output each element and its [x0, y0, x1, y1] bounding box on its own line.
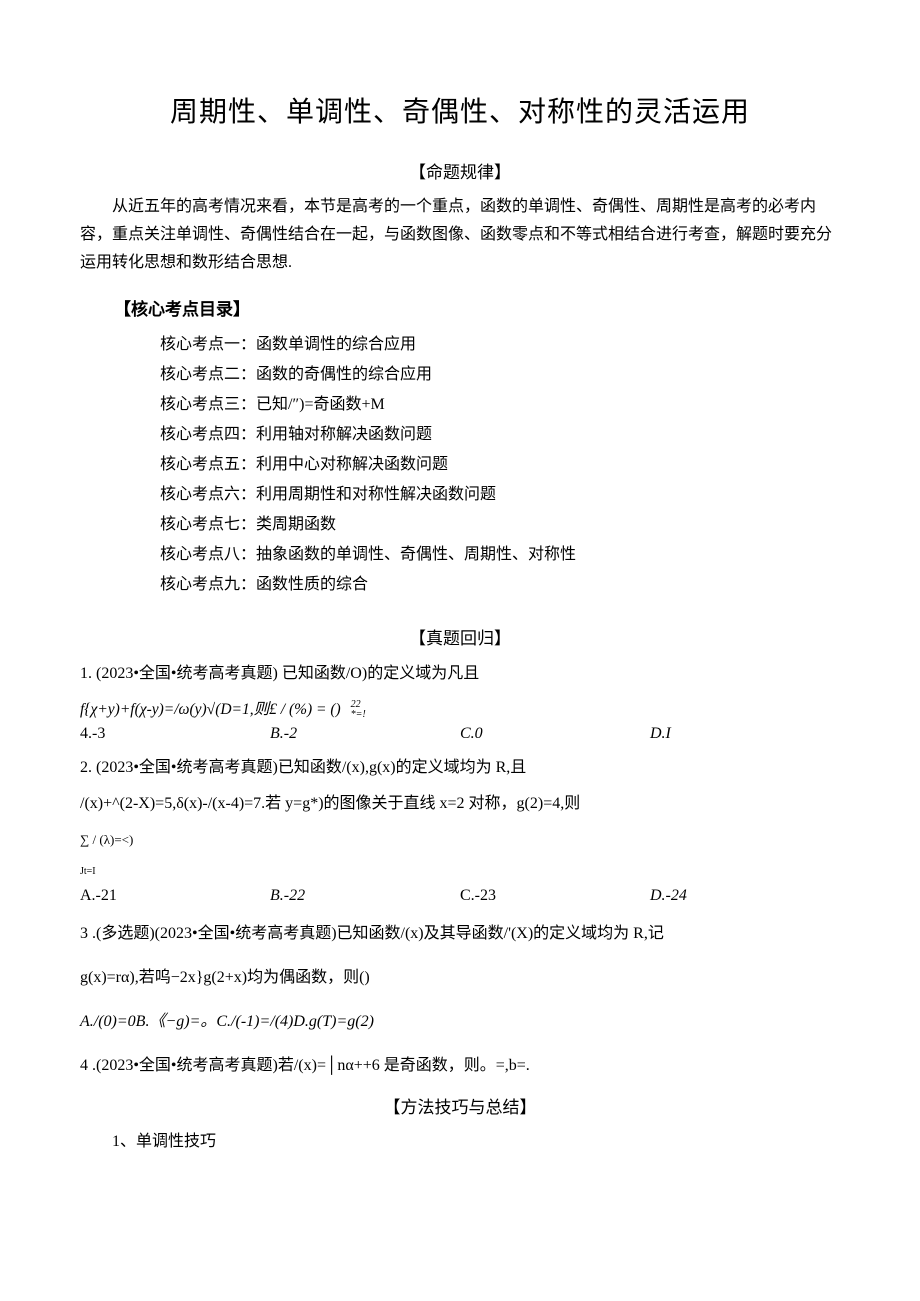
proposition-body: 从近五年的高考情况来看，本节是高考的一个重点，函数的单调性、奇偶性、周期性是高考… [80, 193, 840, 277]
core-point-item: 核心考点五：利用中心对称解决函数问题 [160, 450, 840, 480]
core-point-item: 核心考点八：抽象函数的单调性、奇偶性、周期性、对称性 [160, 540, 840, 570]
q2-choice-a: A.-21 [80, 887, 270, 905]
core-point-item: 核心考点四：利用轴对称解决函数问题 [160, 420, 840, 450]
question-3-stem: 3 .(多选题)(2023•全国•统考高考真题)已知函数/(x)及其导函数/'(… [80, 919, 840, 949]
question-2-sum-sub: Jt=I [80, 866, 96, 877]
core-point-item: 核心考点三：已知/″)=奇函数+M [160, 390, 840, 420]
methods-item-1: 1、单调性技巧 [80, 1128, 840, 1156]
proposition-heading: 【命题规律】 [80, 158, 840, 183]
page-title: 周期性、单调性、奇偶性、对称性的灵活运用 [80, 90, 840, 130]
question-3-line3: A./(0)=0B.《−g)=。C./(-1)=/(4)D.g(T)=g(2) [80, 1007, 840, 1037]
question-1-line2-main: f{χ+y)+f(χ-y)=/ω(y)√(D=1,则£ / (%) = () [80, 701, 341, 718]
core-point-item: 核心考点二：函数的奇偶性的综合应用 [160, 360, 840, 390]
question-2-sum: ∑ / (λ)=<) Jt=I [80, 825, 840, 887]
core-point-item: 核心考点七：类周期函数 [160, 510, 840, 540]
question-1-stack-bot: *=! [351, 709, 366, 720]
core-point-item: 核心考点六：利用周期性和对称性解决函数问题 [160, 480, 840, 510]
q1-choice-b: B.-2 [270, 725, 460, 743]
question-2-line2: /(x)+^(2-X)=5,δ(x)-/(x-4)=7.若 y=g*)的图像关于… [80, 789, 840, 819]
question-2-stem: 2. (2023•全国•统考高考真题)已知函数/(x),g(x)的定义域均为 R… [80, 753, 840, 783]
question-3-line2: g(x)=rα),若呜−2x}g(2+x)均为偶函数，则() [80, 963, 840, 993]
question-4-stem: 4 .(2023•全国•统考高考真题)若/(x)=│nα++6 是奇函数，则。=… [80, 1051, 840, 1081]
question-1-choices: 4.-3 B.-2 C.0 D.I [80, 725, 840, 743]
question-2-sum-line: ∑ / (λ)=<) [80, 832, 133, 847]
q2-choice-c: C.-23 [460, 887, 650, 905]
q2-choice-b: B.-22 [270, 887, 460, 905]
recall-heading: 【真题回归】 [80, 624, 840, 649]
question-1-stack: 22 *=! [351, 700, 366, 720]
methods-heading: 【方法技巧与总结】 [80, 1093, 840, 1118]
q2-choice-d: D.-24 [650, 887, 840, 905]
q1-choice-d: D.I [650, 725, 840, 743]
q1-choice-a: 4.-3 [80, 725, 270, 743]
core-point-item: 核心考点九：函数性质的综合 [160, 570, 840, 600]
question-2-choices: A.-21 B.-22 C.-23 D.-24 [80, 887, 840, 905]
question-1-stem: 1. (2023•全国•统考高考真题) 已知函数/O)的定义域为凡且 [80, 659, 840, 689]
core-point-item: 核心考点一：函数单调性的综合应用 [160, 330, 840, 360]
q1-choice-c: C.0 [460, 725, 650, 743]
document-page: 周期性、单调性、奇偶性、对称性的灵活运用 【命题规律】 从近五年的高考情况来看，… [0, 0, 920, 1301]
core-points-heading: 【核心考点目录】 [114, 295, 840, 320]
core-points-list: 核心考点一：函数单调性的综合应用 核心考点二：函数的奇偶性的综合应用 核心考点三… [160, 330, 840, 600]
question-1-line2: f{χ+y)+f(χ-y)=/ω(y)√(D=1,则£ / (%) = () 2… [80, 695, 840, 725]
